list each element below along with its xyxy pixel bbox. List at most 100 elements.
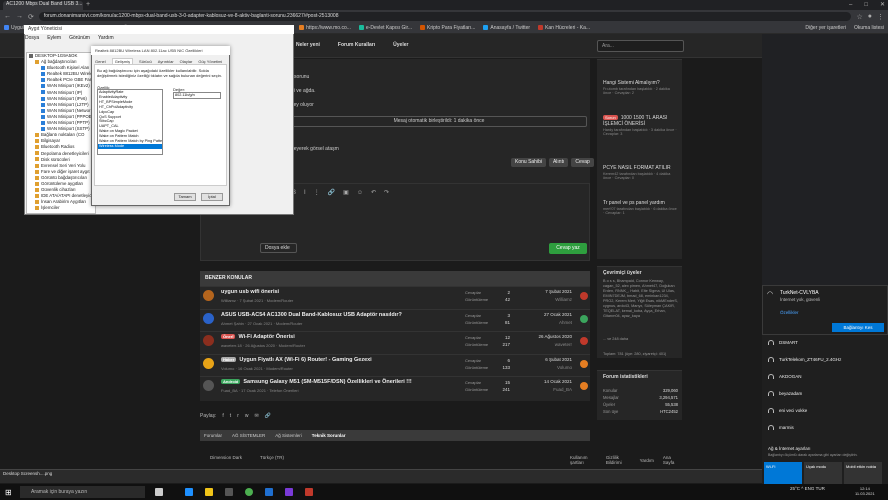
- attach-button[interactable]: Dosya ekle: [260, 243, 297, 253]
- nav-rules[interactable]: Forum Kuralları: [338, 42, 375, 48]
- nav-members[interactable]: Üyeler: [393, 42, 408, 48]
- sidebar-thread[interactable]: Sorun 1000 1500 TL ARASI İŞLEMCİ ÖNERİSİ H…: [603, 115, 678, 136]
- footer-link[interactable]: Yardım: [640, 458, 654, 463]
- breadcrumb-item[interactable]: Forumlar: [204, 433, 222, 438]
- thread-row[interactable]: ASUS USB-AC54 AC1300 Dual Band-Kablosuz …: [200, 308, 590, 329]
- network-item[interactable]: beyazadam: [768, 391, 802, 397]
- footer-link[interactable]: Ana Sayfa: [663, 455, 680, 465]
- menu-item[interactable]: Eylem: [47, 35, 61, 41]
- footer-link[interactable]: Kullanım şartları: [570, 455, 597, 465]
- hotspot-toggle[interactable]: Mobil etkin nokta: [844, 462, 882, 484]
- profile-icon[interactable]: ●: [868, 13, 872, 20]
- tab-2[interactable]: Sürücü: [139, 59, 152, 64]
- download-item[interactable]: Desktop Screensh....png: [3, 471, 52, 476]
- thread-title[interactable]: ASUS USB-AC54 AC1300 Dual Band-Kablosuz …: [221, 312, 402, 318]
- clock[interactable]: 12:14 11.03.2021: [855, 486, 875, 496]
- disconnect-button[interactable]: Bağlantıyı Kes: [832, 323, 884, 332]
- style-chooser[interactable]: Dimension Dark: [210, 455, 242, 460]
- network-settings-link[interactable]: Ağ & İnternet ayarları: [768, 446, 811, 451]
- thread-title[interactable]: Haber Uygun Fiyatlı AX (Wi-Fi 6) Router! …: [221, 357, 372, 363]
- bookmark-item[interactable]: Kripto Para Fiyatları...: [420, 25, 475, 31]
- network-item[interactable]: TurkTelekom_ZT46FU_2.4GHz: [768, 357, 841, 363]
- discord-icon[interactable]: [285, 488, 293, 496]
- store-icon[interactable]: [225, 488, 233, 496]
- windows-start-icon[interactable]: ⊞: [5, 488, 12, 497]
- bookmark-item[interactable]: Anasayfa / Twitter: [483, 25, 530, 31]
- breadcrumb-item[interactable]: Teknik Sorunlar: [312, 433, 346, 438]
- property-list[interactable]: AdaptivityRate EnableAdaptivity HT_BPSimpl…: [97, 89, 163, 155]
- reply-small-button[interactable]: Cevap: [571, 158, 594, 167]
- reddit-icon[interactable]: r: [237, 413, 239, 419]
- bookmark-item[interactable]: e-Devlet Kapısı Gir...: [358, 25, 412, 31]
- link-icon[interactable]: 🔗: [265, 413, 271, 419]
- taskbar-search[interactable]: Aramak için buraya yazın: [20, 486, 145, 498]
- more-icon[interactable]: ⋮: [314, 189, 320, 196]
- wifi-toggle[interactable]: Wi-Fi: [764, 462, 802, 484]
- network-item[interactable]: DSMART: [768, 340, 798, 346]
- cancel-button[interactable]: İptal: [201, 193, 223, 201]
- breadcrumb-item[interactable]: AĞ SİSTEMLER: [232, 433, 265, 438]
- network-item[interactable]: marmis: [768, 425, 794, 431]
- forward-icon[interactable]: →: [16, 13, 23, 20]
- email-icon[interactable]: ✉: [254, 413, 258, 419]
- new-tab-icon[interactable]: +: [86, 1, 90, 9]
- undo-icon[interactable]: ↶: [371, 189, 376, 196]
- redo-icon[interactable]: ↷: [384, 189, 389, 196]
- thread-row[interactable]: Haber Uygun Fiyatlı AX (Wi-Fi 6) Router! …: [200, 353, 590, 374]
- back-icon[interactable]: ←: [4, 13, 11, 20]
- online-more[interactable]: ... ve 248 daha: [603, 337, 678, 341]
- menu-item[interactable]: Yardım: [98, 35, 114, 41]
- thread-row[interactable]: Önerİ Wi-Fi Adaptör Önerisi waveterr.18 · …: [200, 331, 590, 351]
- bookmark-item[interactable]: Kan Hücreleri - Ka...: [538, 25, 590, 31]
- network-item[interactable]: AKDOGAN: [768, 374, 802, 380]
- value-select[interactable]: 802.11b/g/n: [173, 92, 221, 99]
- thread-title[interactable]: uygun usb wifi önerisi: [221, 289, 279, 295]
- twitter-icon[interactable]: t: [230, 413, 231, 419]
- whatsapp-icon[interactable]: w: [245, 413, 249, 419]
- sidebar-thread[interactable]: PCYE NASIL FORMAT ATILIR Kerem42 tarafınd…: [603, 165, 678, 180]
- minimize-icon[interactable]: –: [849, 2, 852, 8]
- properties-link[interactable]: Özellikler: [780, 310, 799, 315]
- nav-new[interactable]: Neler yeni: [296, 42, 320, 48]
- maximize-icon[interactable]: □: [864, 2, 868, 8]
- facebook-icon[interactable]: f: [222, 413, 223, 419]
- bookmark-folder[interactable]: Okuma listesi: [854, 25, 884, 31]
- tab-5[interactable]: Güç Yönetimi: [198, 59, 222, 64]
- airplane-toggle[interactable]: Uçak modu: [804, 462, 842, 484]
- network-item[interactable]: eni veci vokke: [768, 408, 807, 414]
- image-icon[interactable]: ▣: [343, 189, 349, 196]
- link-icon[interactable]: 🔗: [328, 189, 335, 196]
- menu-item[interactable]: Dosya: [25, 35, 39, 41]
- steam-icon[interactable]: [265, 488, 273, 496]
- bookmark-item[interactable]: https://www.mo.co...: [299, 25, 351, 31]
- search-input[interactable]: Ara...: [597, 40, 684, 52]
- thread-title[interactable]: Android Samsung Galaxy M51 (SM-M515F/DSN)…: [221, 379, 412, 385]
- ok-button[interactable]: Tamam: [174, 193, 196, 201]
- system-tray[interactable]: 25°C ^ ENG TUR: [790, 486, 825, 491]
- close-icon[interactable]: ✕: [880, 1, 885, 8]
- menu-item[interactable]: Görünüm: [69, 35, 90, 41]
- explorer-icon[interactable]: [205, 488, 213, 496]
- italic-icon[interactable]: I: [304, 190, 306, 196]
- thread-row[interactable]: Android Samsung Galaxy M51 (SM-M515F/DSN)…: [200, 376, 590, 396]
- sidebar-thread[interactable]: Hangi Sistemi Almalıyım? Fr.utomb tarafın…: [603, 80, 678, 95]
- language-chooser[interactable]: Türkçe (TR): [260, 455, 284, 460]
- thread-title[interactable]: Önerİ Wi-Fi Adaptör Önerisi: [221, 334, 295, 340]
- thread-row[interactable]: uygun usb wifi önerisi Williamz · 7 Şubat…: [200, 286, 590, 306]
- star-icon[interactable]: ☆: [856, 13, 862, 21]
- chrome-icon[interactable]: [245, 488, 253, 496]
- reload-icon[interactable]: ⟳: [28, 13, 34, 21]
- quote-button[interactable]: Alıntı: [548, 158, 569, 167]
- property-item[interactable]: Wireless Mode: [98, 143, 162, 149]
- menu-icon[interactable]: ⋮: [877, 13, 884, 21]
- app-icon[interactable]: [305, 488, 313, 496]
- tab-4[interactable]: Olaylar: [180, 59, 193, 64]
- tab-3[interactable]: Ayrıntılar: [158, 59, 174, 64]
- breadcrumb-item[interactable]: Ağ Sistemleri: [275, 433, 302, 438]
- browser-tab[interactable]: AC1200 Mbps Dual Band USB 3...: [3, 1, 83, 10]
- emoji-icon[interactable]: ☺: [357, 190, 363, 196]
- tab-0[interactable]: Genel: [95, 59, 106, 64]
- bookmark-folder[interactable]: Diğer yer işaretleri: [805, 25, 846, 31]
- url-input[interactable]: forum.donanimarsivi.com/konu/ac1200-mbps…: [38, 12, 852, 21]
- footer-link[interactable]: Gizlilik Bildirimi: [606, 455, 631, 465]
